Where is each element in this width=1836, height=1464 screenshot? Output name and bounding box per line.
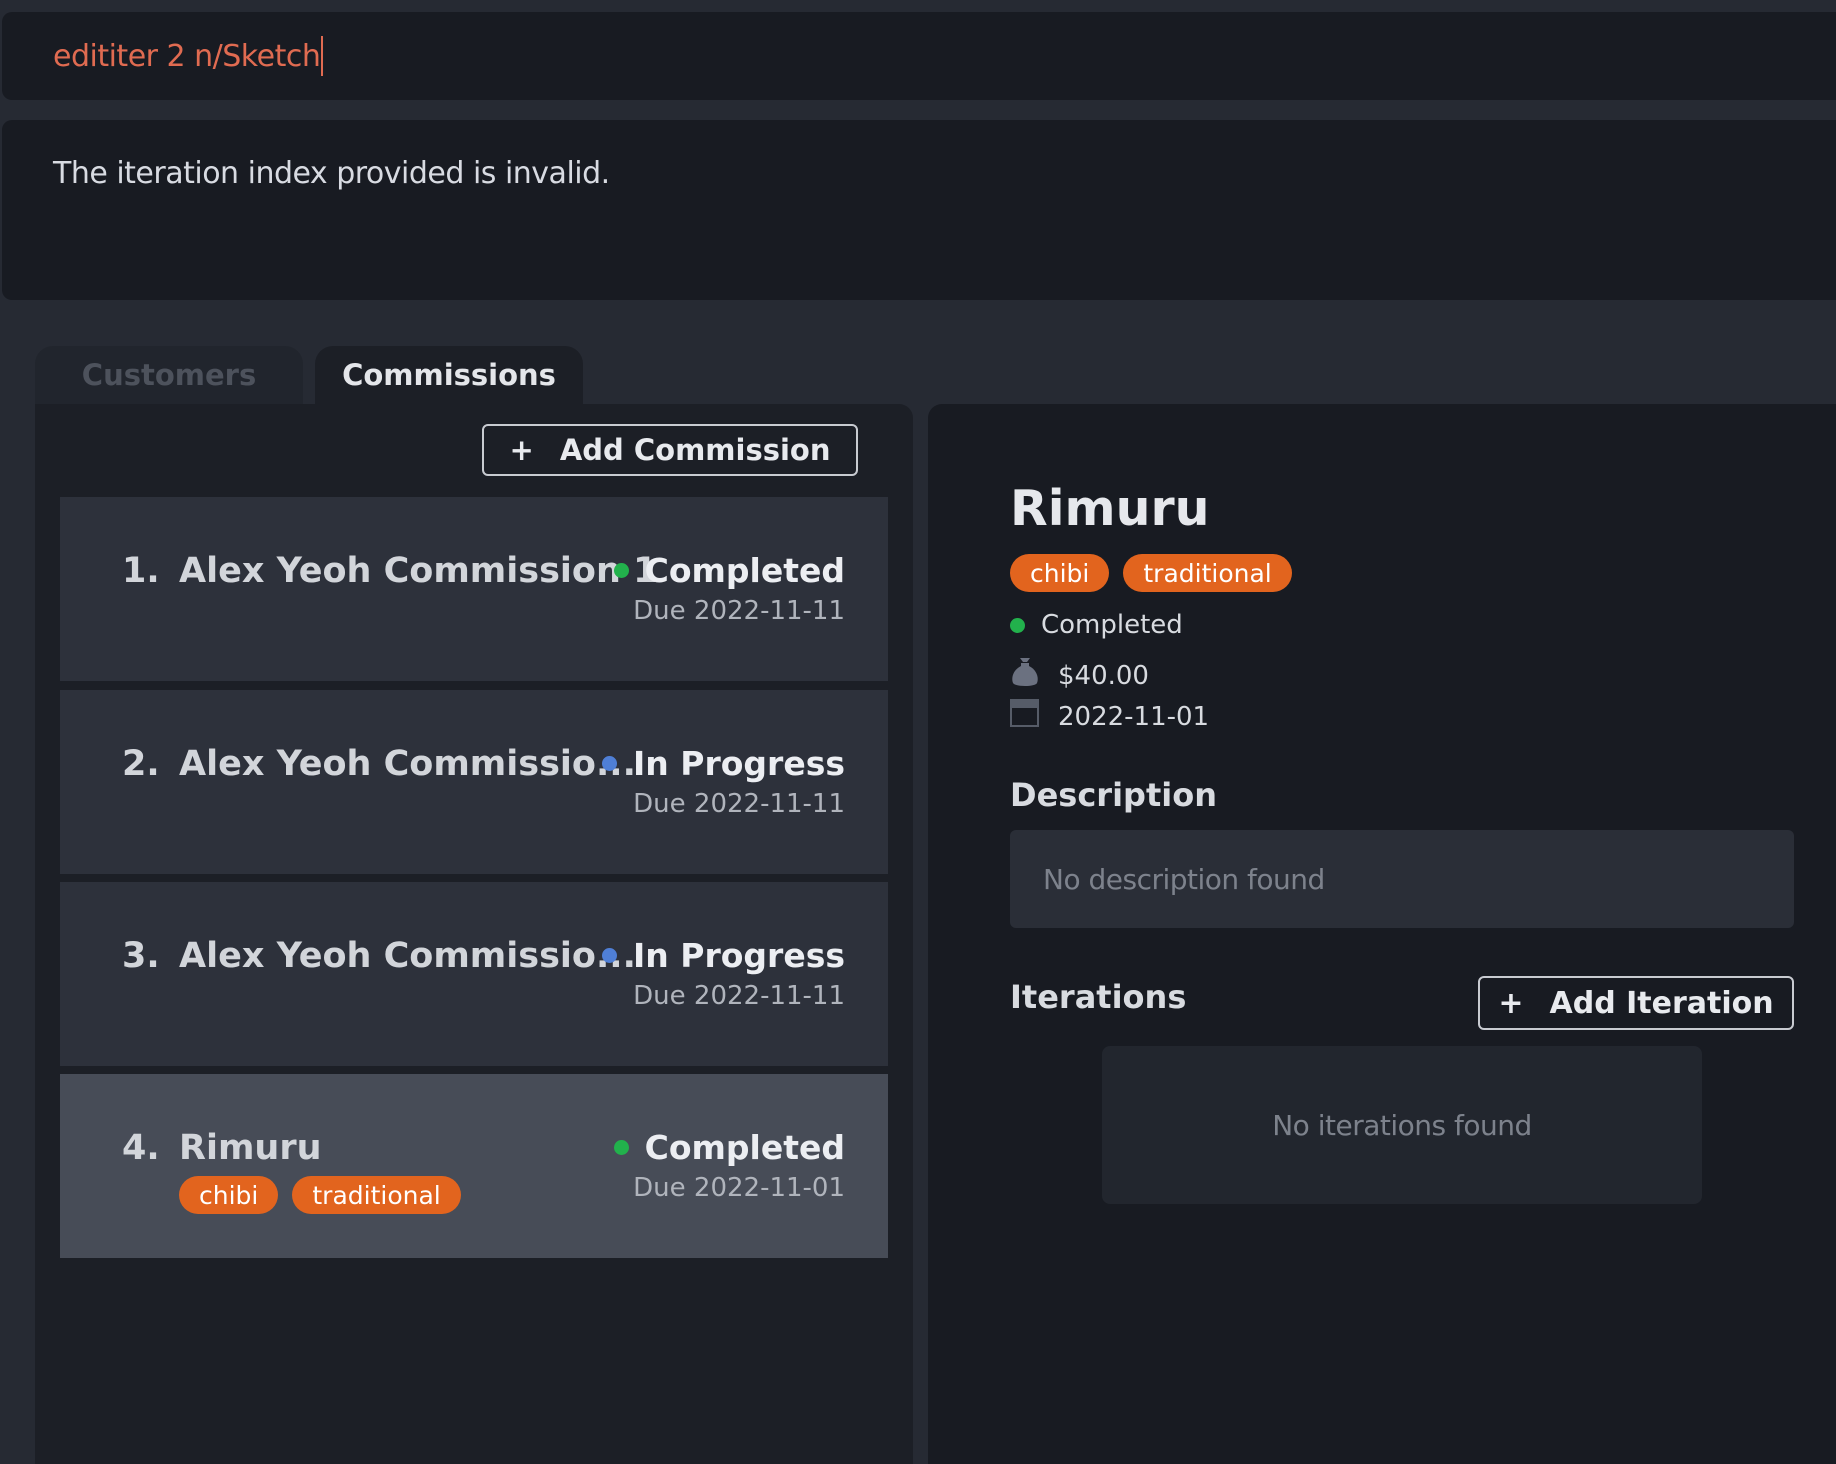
commission-card[interactable]: 1. Alex Yeoh Commission 1 Completed Due …	[60, 497, 888, 681]
money-bag-icon	[1010, 656, 1040, 695]
description-box: No description found	[1010, 830, 1794, 928]
commission-index: 1.	[122, 551, 160, 591]
commission-status: Completed	[613, 1128, 845, 1167]
status-dot-icon	[613, 563, 629, 578]
commission-status-label: Completed	[644, 551, 845, 590]
detail-date-value: 2022-11-01	[1058, 701, 1210, 732]
commission-card[interactable]: 3. Alex Yeoh Commissio... In Progress Du…	[60, 882, 888, 1066]
description-placeholder: No description found	[1043, 862, 1325, 896]
commission-index: 2.	[122, 744, 160, 784]
commission-due-date: Due 2022-11-11	[633, 789, 845, 819]
detail-status: Completed	[1010, 610, 1183, 640]
add-commission-label: Add Commission	[559, 433, 831, 467]
iterations-placeholder: No iterations found	[1272, 1108, 1532, 1142]
status-dot-icon	[602, 948, 618, 963]
tag-traditional: traditional	[1123, 554, 1292, 592]
commission-tags: chibi traditional	[179, 1176, 461, 1214]
commission-status: In Progress	[602, 744, 845, 783]
iterations-heading: Iterations	[1010, 978, 1187, 1016]
commission-status-label: In Progress	[633, 744, 845, 783]
commission-title: Alex Yeoh Commissio...	[179, 744, 636, 784]
calendar-icon	[1010, 698, 1040, 735]
commission-status-label: In Progress	[633, 936, 845, 975]
commission-title: Alex Yeoh Commission 1	[179, 551, 658, 591]
commission-title: Rimuru	[179, 1128, 322, 1168]
commission-index: 3.	[122, 936, 160, 976]
status-dot-icon	[1010, 617, 1025, 633]
commission-due-date: Due 2022-11-11	[633, 596, 845, 626]
detail-tags: chibi traditional	[1010, 554, 1292, 592]
detail-status-label: Completed	[1041, 610, 1183, 640]
result-display: The iteration index provided is invalid.	[2, 120, 1836, 300]
description-heading: Description	[1010, 776, 1217, 814]
commission-status: In Progress	[602, 936, 845, 975]
plus-icon: +	[1498, 985, 1524, 1021]
tag-traditional: traditional	[292, 1176, 461, 1214]
commission-title: Alex Yeoh Commissio...	[179, 936, 636, 976]
detail-fee: $40.00	[1010, 656, 1149, 695]
commission-index: 4.	[122, 1128, 160, 1168]
iterations-box: No iterations found	[1102, 1046, 1702, 1204]
add-iteration-label: Add Iteration	[1549, 985, 1774, 1021]
tab-commissions[interactable]: Commissions	[315, 346, 583, 404]
commission-status-label: Completed	[644, 1128, 845, 1167]
text-caret	[321, 36, 324, 76]
add-commission-button[interactable]: + Add Commission	[482, 424, 858, 476]
command-input-text[interactable]: edititer 2 n/Sketch	[53, 39, 321, 74]
detail-title: Rimuru	[1010, 480, 1210, 537]
add-iteration-button[interactable]: + Add Iteration	[1478, 976, 1794, 1030]
result-message: The iteration index provided is invalid.	[53, 156, 610, 191]
status-dot-icon	[613, 1140, 629, 1155]
commission-status: Completed	[613, 551, 845, 590]
plus-icon: +	[509, 433, 534, 467]
detail-date: 2022-11-01	[1010, 698, 1209, 735]
tab-customers[interactable]: Customers	[35, 346, 303, 404]
commission-due-date: Due 2022-11-01	[633, 1173, 845, 1203]
commission-due-date: Due 2022-11-11	[633, 981, 845, 1011]
detail-fee-value: $40.00	[1058, 660, 1149, 691]
status-dot-icon	[602, 756, 618, 771]
tag-chibi: chibi	[1010, 554, 1110, 592]
command-input[interactable]: edititer 2 n/Sketch	[2, 12, 1836, 100]
commission-card[interactable]: 2. Alex Yeoh Commissio... In Progress Du…	[60, 690, 888, 874]
tag-chibi: chibi	[179, 1176, 279, 1214]
commission-card-selected[interactable]: 4. Rimuru Completed Due 2022-11-01 chibi…	[60, 1074, 888, 1258]
